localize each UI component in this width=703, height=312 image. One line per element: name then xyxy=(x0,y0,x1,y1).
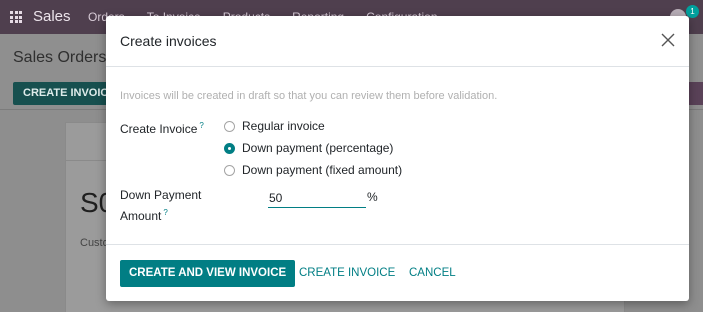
create-invoice-label-text: Create Invoice xyxy=(120,122,198,136)
dialog-header: Create invoices xyxy=(106,16,689,67)
create-invoice-label: Create Invoice? xyxy=(120,117,204,138)
create-invoices-dialog: Create invoices Invoices will be created… xyxy=(106,16,689,301)
breadcrumb[interactable]: Sales Orders xyxy=(13,49,106,67)
background-action-button[interactable] xyxy=(689,82,703,105)
radio-down-payment-percentage-label[interactable]: Down payment (percentage) xyxy=(242,141,393,155)
radio-down-payment-fixed-circle[interactable] xyxy=(224,164,235,176)
dialog-footer: CREATE AND VIEW INVOICE CREATE INVOICE C… xyxy=(106,244,689,301)
close-icon[interactable] xyxy=(661,33,675,47)
radio-down-payment-fixed[interactable]: Down payment (fixed amount) xyxy=(224,163,402,177)
apps-grid-icon[interactable] xyxy=(10,11,22,23)
info-text: Invoices will be created in draft so tha… xyxy=(120,90,498,102)
down-payment-amount-label: Down Payment Amount? xyxy=(120,187,201,225)
percent-sign: % xyxy=(367,190,378,204)
customer-label: Custo xyxy=(80,237,109,249)
down-payment-label-line2: Amount xyxy=(120,209,162,223)
help-icon[interactable]: ? xyxy=(163,208,167,217)
radio-regular-invoice-circle[interactable] xyxy=(224,120,235,132)
down-payment-label-line1: Down Payment xyxy=(120,188,202,202)
create-and-view-invoice-button[interactable]: CREATE AND VIEW INVOICE xyxy=(120,260,296,287)
radio-regular-invoice-label[interactable]: Regular invoice xyxy=(242,119,325,133)
radio-down-payment-fixed-label[interactable]: Down payment (fixed amount) xyxy=(242,163,402,177)
cancel-button[interactable]: CANCEL xyxy=(409,260,456,287)
dialog-title: Create invoices xyxy=(120,33,217,49)
down-payment-amount-input[interactable] xyxy=(268,189,366,208)
help-icon[interactable]: ? xyxy=(199,121,203,130)
radio-down-payment-percentage[interactable]: Down payment (percentage) xyxy=(224,141,393,155)
radio-regular-invoice[interactable]: Regular invoice xyxy=(224,119,325,133)
create-invoice-button[interactable]: CREATE INVOICE xyxy=(299,260,395,287)
radio-down-payment-percentage-circle[interactable] xyxy=(224,142,235,154)
app-name[interactable]: Sales xyxy=(33,8,71,25)
